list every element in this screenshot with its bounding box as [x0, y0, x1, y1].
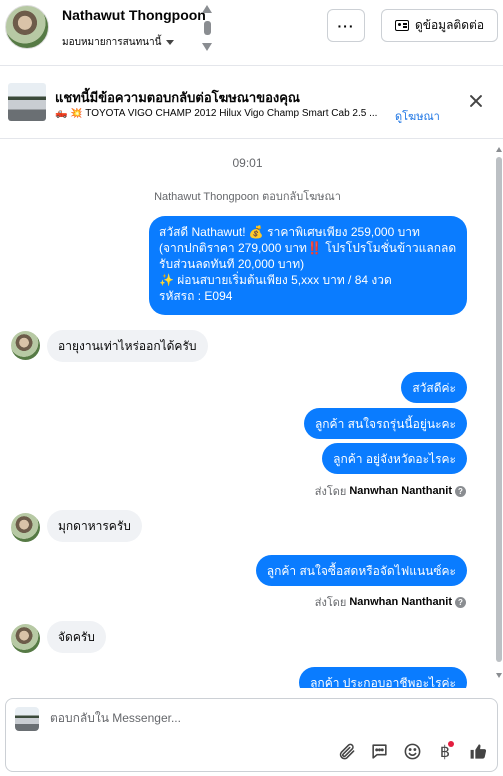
conversation-nav: [202, 5, 212, 51]
contact-name[interactable]: Nathawut Thongpoon: [62, 7, 206, 23]
thumbs-up-icon[interactable]: [467, 740, 489, 762]
page-avatar: [15, 707, 39, 731]
emoji-icon[interactable]: [401, 740, 423, 762]
contact-avatar-small: [11, 624, 40, 653]
message-bubble-outgoing[interactable]: สวัสดีค่ะ: [401, 372, 467, 403]
contact-avatar[interactable]: [5, 5, 49, 49]
chat-bubble-icon[interactable]: [368, 740, 390, 762]
view-contact-info-button[interactable]: ดูข้อมูลติดต่อ: [381, 9, 498, 42]
baht-icon[interactable]: ฿: [434, 740, 456, 762]
sent-by-name: Nanwhan Nanthanit: [349, 596, 452, 608]
message-bubble-incoming[interactable]: จัดครับ: [47, 621, 106, 653]
message-bubble-outgoing[interactable]: สวัสดี Nathawut! 💰 ราคาพิเศษเพียง 259,00…: [149, 216, 467, 315]
ad-reply-note: Nathawut Thongpoon ตอบกลับโฆษณา: [154, 191, 341, 203]
composer-toolbar: ฿: [335, 739, 489, 763]
message-composer: ฿: [5, 698, 498, 772]
message-bubble-outgoing[interactable]: ลูกค้า สนใจรถรุ่นนี้อยู่นะคะ: [303, 408, 467, 439]
nav-handle: [203, 21, 211, 35]
contact-card-icon: [394, 20, 409, 31]
message-bubble-outgoing[interactable]: ลูกค้า ประกอบอาชีพอะไรค่ะ: [299, 667, 467, 688]
contact-avatar-small: [11, 331, 40, 360]
assign-label: มอบหมายการสนทนานี้: [62, 37, 162, 48]
ad-description: 🛻 💥 TOYOTA VIGO CHAMP 2012 Hilux Vigo Ch…: [55, 108, 378, 119]
sent-by-name: Nanwhan Nanthanit: [349, 485, 452, 497]
reply-input[interactable]: [50, 711, 350, 725]
scroll-thumb[interactable]: [496, 157, 502, 662]
caret-down-icon: [166, 40, 175, 45]
scroll-up-icon[interactable]: [496, 147, 502, 152]
view-ad-link[interactable]: ดูโฆษณา: [395, 107, 440, 125]
assign-conversation-dropdown[interactable]: มอบหมายการสนทนานี้: [62, 35, 175, 50]
scroll-down-icon[interactable]: [496, 673, 502, 678]
sent-by-prefix: ส่งโดย: [314, 486, 347, 498]
help-icon[interactable]: ?: [455, 485, 466, 497]
chevron-down-icon[interactable]: [202, 43, 212, 51]
notification-dot: [448, 741, 454, 747]
sent-by-note: ส่งโดย Nanwhan Nanthanit ?: [315, 482, 466, 500]
ad-banner-title: แชทนี้มีข้อความตอบกลับต่อโฆษณาของคุณ: [55, 90, 300, 105]
more-options-button[interactable]: ···: [327, 9, 365, 42]
close-icon[interactable]: [467, 92, 485, 110]
ad-thumbnail: [8, 83, 46, 121]
thread-scrollbar[interactable]: [495, 140, 503, 688]
view-contact-info-label: ดูข้อมูลติดต่อ: [414, 18, 485, 32]
sent-by-prefix: ส่งโดย: [314, 597, 347, 609]
message-bubble-incoming[interactable]: มุกดาหารครับ: [47, 510, 142, 542]
thread-timestamp: 09:01: [232, 156, 263, 170]
help-icon[interactable]: ?: [455, 596, 466, 608]
contact-avatar-small: [11, 513, 40, 542]
chevron-up-icon[interactable]: [202, 5, 212, 13]
sent-by-note: ส่งโดย Nanwhan Nanthanit ?: [315, 593, 466, 611]
conversation-header: Nathawut Thongpoon มอบหมายการสนทนานี้ ··…: [0, 0, 503, 66]
ad-context-banner: แชทนี้มีข้อความตอบกลับต่อโฆษณาของคุณ 🛻 💥…: [0, 67, 503, 139]
message-thread[interactable]: 09:01 Nathawut Thongpoon ตอบกลับโฆษณา สว…: [0, 140, 503, 688]
message-bubble-outgoing[interactable]: ลูกค้า อยู่จังหวัดอะไรคะ: [322, 443, 467, 474]
message-bubble-outgoing[interactable]: ลูกค้า สนใจซื้อสดหรือจัดไฟแนนซ์คะ: [255, 555, 467, 586]
message-bubble-incoming[interactable]: อายุงานเท่าไหร่ออกได้ครับ: [47, 330, 208, 362]
paperclip-icon[interactable]: [335, 740, 357, 762]
